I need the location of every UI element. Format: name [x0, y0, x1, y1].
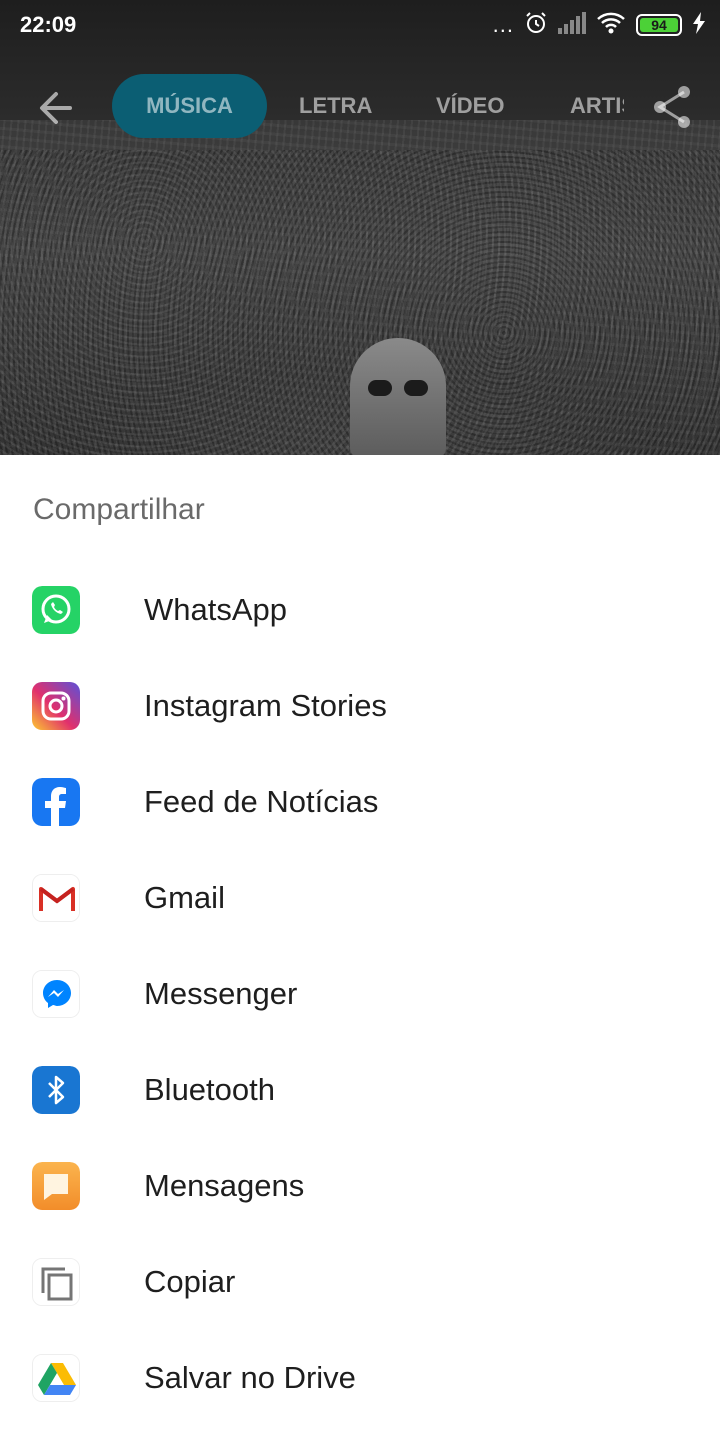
- share-option-label: Instagram Stories: [144, 688, 387, 723]
- photo-person: [350, 338, 446, 455]
- share-option-facebook-feed[interactable]: Feed de Notícias: [0, 754, 720, 850]
- messages-icon: [32, 1162, 80, 1210]
- share-option-label: Messenger: [144, 976, 298, 1011]
- share-option-bluetooth[interactable]: Bluetooth: [0, 1042, 720, 1138]
- share-sheet: Compartilhar WhatsApp Instagram Stories …: [0, 455, 720, 1440]
- share-option-label: Mensagens: [144, 1168, 305, 1203]
- alarm-icon: [524, 11, 548, 40]
- top-navigation: MÚSICA LETRA VÍDEO ARTISTA: [0, 74, 720, 138]
- whatsapp-icon: [32, 586, 80, 634]
- share-option-mensagens[interactable]: Mensagens: [0, 1138, 720, 1234]
- battery-level: 94: [640, 18, 678, 32]
- share-option-label: WhatsApp: [144, 592, 288, 627]
- status-icons: ... 94: [492, 11, 706, 40]
- share-option-gmail[interactable]: Gmail: [0, 850, 720, 946]
- share-option-whatsapp[interactable]: WhatsApp: [0, 562, 720, 658]
- share-option-label: Salvar no Drive: [144, 1360, 356, 1395]
- share-option-messenger[interactable]: Messenger: [0, 946, 720, 1042]
- battery-icon: 94: [636, 14, 682, 36]
- google-drive-icon: [32, 1354, 80, 1402]
- share-icon: [652, 86, 692, 134]
- status-bar: 22:09 ... 94: [0, 0, 720, 50]
- more-dots-icon: ...: [492, 12, 514, 37]
- instagram-icon: [32, 682, 80, 730]
- photo-sunglasses: [368, 380, 428, 396]
- status-time: 22:09: [20, 12, 77, 37]
- messenger-icon: [32, 970, 80, 1018]
- share-option-copiar[interactable]: Copiar: [0, 1234, 720, 1330]
- tab-video[interactable]: VÍDEO: [436, 74, 504, 138]
- share-option-label: Gmail: [144, 880, 225, 915]
- share-sheet-title: Compartilhar: [33, 493, 205, 526]
- tab-artista[interactable]: ARTISTA: [570, 74, 624, 138]
- bluetooth-icon: [32, 1066, 80, 1114]
- back-arrow-icon: [34, 92, 78, 134]
- share-button[interactable]: [652, 84, 692, 130]
- share-option-label: Copiar: [144, 1264, 236, 1299]
- cell-signal-icon: [558, 11, 586, 39]
- wifi-icon: [596, 12, 626, 39]
- charging-bolt-icon: [692, 11, 706, 39]
- copy-icon: [32, 1258, 80, 1306]
- tab-letra[interactable]: LETRA: [299, 74, 372, 138]
- share-option-instagram-stories[interactable]: Instagram Stories: [0, 658, 720, 754]
- gmail-icon: [32, 874, 80, 922]
- share-option-label: Bluetooth: [144, 1072, 275, 1107]
- header-background-photo: [0, 0, 720, 455]
- share-option-salvar-no-drive[interactable]: Salvar no Drive: [0, 1330, 720, 1426]
- facebook-icon: [32, 778, 80, 826]
- share-option-label: Feed de Notícias: [144, 784, 379, 819]
- back-button[interactable]: [34, 86, 78, 130]
- tab-musica[interactable]: MÚSICA: [112, 74, 267, 138]
